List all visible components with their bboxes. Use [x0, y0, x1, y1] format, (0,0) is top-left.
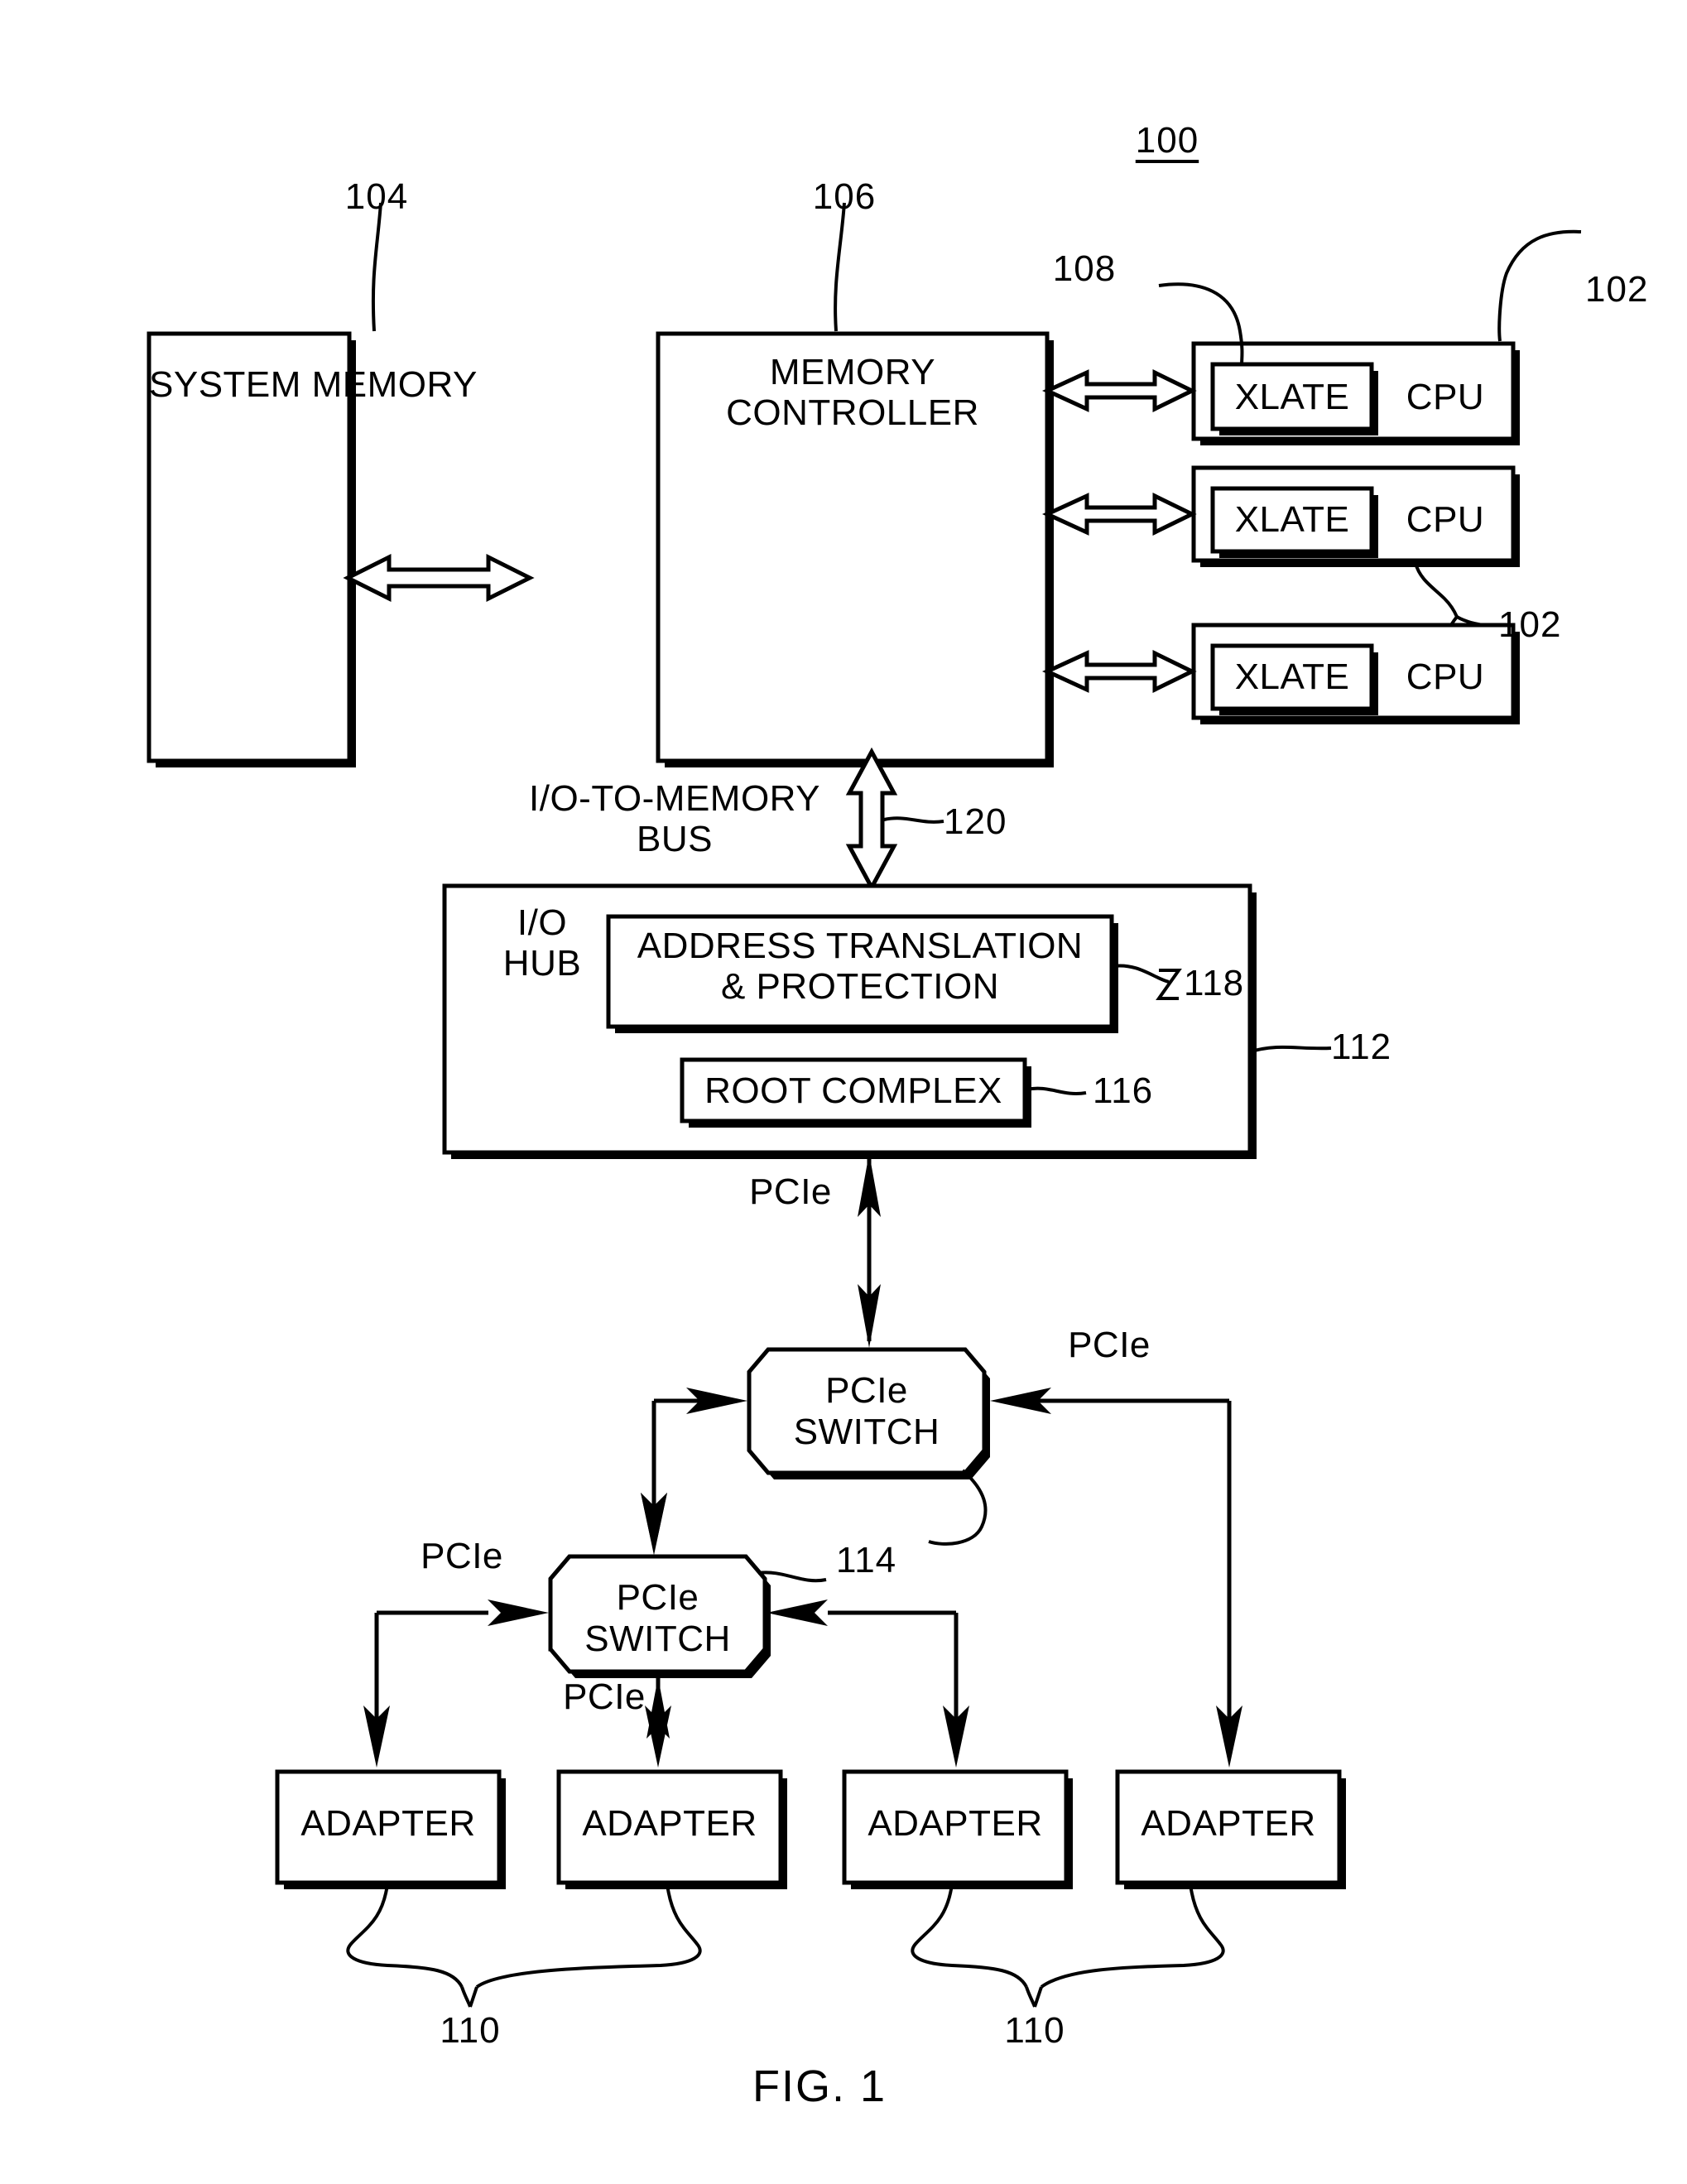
- system-memory-label: SYSTEM MEMORY: [149, 364, 478, 405]
- xlate-label-3: XLATE: [1234, 657, 1350, 697]
- cpu-label-2: CPU: [1406, 499, 1485, 540]
- ref-118: 118: [1184, 963, 1245, 1003]
- mc-cpu1-arrow: [1041, 368, 1197, 413]
- xlate-label-2: XLATE: [1234, 499, 1350, 540]
- ref-104: 104: [344, 176, 409, 217]
- ref-102-lower: 102: [1498, 604, 1562, 645]
- ref-114: 114: [836, 1540, 897, 1580]
- figure-caption: FIG. 1: [752, 2061, 887, 2111]
- pcie-label-switch2-down: PCIe: [563, 1676, 646, 1717]
- mc-cpu2-arrow: [1041, 492, 1197, 536]
- figure-system-number: 100: [1135, 120, 1199, 161]
- adapter-label-1: ADAPTER: [300, 1803, 476, 1844]
- adapter-label-2: ADAPTER: [582, 1803, 757, 1844]
- io-to-memory-bus-label: I/O-TO-MEMORY BUS: [529, 778, 820, 860]
- mc-cpu3-arrow: [1041, 649, 1197, 694]
- memory-controller-label: MEMORY CONTROLLER: [726, 352, 979, 434]
- cpu-label-1: CPU: [1406, 377, 1485, 417]
- ref-110-right: 110: [1004, 2010, 1065, 2051]
- pcie-switch-1-label: PCIe: [825, 1370, 908, 1411]
- ref-102-upper: 102: [1585, 269, 1649, 310]
- ref-120: 120: [944, 801, 1007, 842]
- ref-108: 108: [1052, 248, 1117, 289]
- pcie-label-switch1-right: PCIe: [1068, 1325, 1151, 1365]
- ref-116: 116: [1093, 1070, 1154, 1111]
- pcie-switch-2-label: PCIe: [616, 1577, 699, 1618]
- pcie-label-hub-switch: PCIe: [749, 1171, 832, 1212]
- address-translation-label: ADDRESS TRANSLATION & PROTECTION: [637, 926, 1084, 1008]
- root-complex-label: ROOT COMPLEX: [704, 1070, 1002, 1111]
- io-hub-label: I/O HUB: [502, 902, 582, 984]
- adapter-label-4: ADAPTER: [1141, 1803, 1316, 1844]
- pcie-switch-2-label-2: SWITCH: [584, 1619, 731, 1659]
- adapter-label-3: ADAPTER: [868, 1803, 1043, 1844]
- pcie-label-switch2-left: PCIe: [421, 1536, 503, 1576]
- ref-112: 112: [1331, 1027, 1392, 1067]
- ref-106: 106: [812, 176, 877, 217]
- pcie-switch-1-label-2: SWITCH: [793, 1412, 940, 1452]
- ref-110-left: 110: [440, 2010, 501, 2051]
- patent-figure-canvas: .bx{fill:#fff;stroke:#000;stroke-width:5…: [0, 0, 1687, 2184]
- cpu-label-3: CPU: [1406, 657, 1485, 697]
- xlate-label-1: XLATE: [1234, 377, 1350, 417]
- memory-bus-arrow: [343, 553, 535, 603]
